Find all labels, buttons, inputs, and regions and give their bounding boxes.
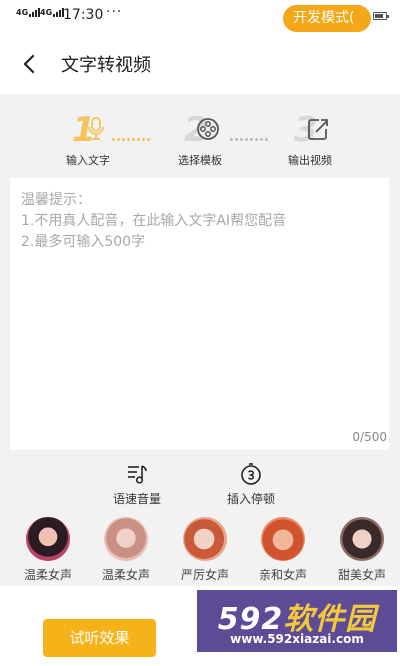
watermark-url: www.592xiazai.com xyxy=(230,632,364,646)
step-input-text: 1 输入文字 xyxy=(48,110,128,172)
signal-label-2: 4G xyxy=(40,8,53,17)
signal-label-1: 4G xyxy=(16,8,29,17)
battery-icon xyxy=(373,12,389,20)
voice-list: 温柔女声 温柔女声 严厉女声 亲和女声 甜美女声 xyxy=(0,517,400,585)
avatar xyxy=(183,517,227,561)
avatar xyxy=(104,517,148,561)
preview-button[interactable]: 试听效果 xyxy=(43,619,156,657)
avatar xyxy=(26,517,70,561)
step-select-template: 2 选择模板 xyxy=(160,110,240,172)
export-icon: 3 xyxy=(294,110,330,150)
voice-option[interactable]: 温柔女声 xyxy=(18,517,78,585)
step-connector xyxy=(111,126,160,142)
status-time: 17:30 xyxy=(63,7,104,23)
watermark-logo: 592软件园 www.592xiazai.com xyxy=(197,590,397,652)
music-note-icon xyxy=(128,465,147,484)
chevron-left-icon xyxy=(23,54,35,74)
avatar xyxy=(340,517,384,561)
voice-option[interactable]: 甜美女声 xyxy=(332,517,392,585)
insert-pause-button[interactable]: 插入停顿 xyxy=(206,462,296,510)
microphone-icon: 1 xyxy=(72,110,108,150)
signal-icon: 4G xyxy=(16,8,41,17)
insert-pause-label: 插入停顿 xyxy=(226,492,275,506)
main-content: 1 输入文字 2 选择模板 3 输出视频 温馨提示： 1.不用真人配音，在此输入… xyxy=(0,94,400,586)
dev-mode-badge[interactable]: 开发模式( xyxy=(283,5,371,32)
film-reel-icon: 2 xyxy=(184,110,220,150)
text-input-placeholder: 温馨提示： 1.不用真人配音，在此输入文字AI帮您配音 2.最多可输入500字 xyxy=(21,192,287,250)
voice-label: 严厉女声 xyxy=(180,568,229,582)
pause-timer-icon xyxy=(241,463,261,485)
char-counter: 0/500 xyxy=(352,430,387,444)
page-header: 文字转视频 xyxy=(0,34,400,94)
step-label: 输入文字 xyxy=(66,154,110,167)
text-input-area[interactable]: 温馨提示： 1.不用真人配音，在此输入文字AI帮您配音 2.最多可输入500字 … xyxy=(10,178,389,450)
avatar xyxy=(261,517,305,561)
voice-option[interactable]: 严厉女声 xyxy=(175,517,235,585)
voice-label: 温柔女声 xyxy=(101,568,150,582)
status-bar: 4G 4G 17:30 ··· 开发模式( xyxy=(0,0,400,34)
step-indicator: 1 输入文字 2 选择模板 3 输出视频 xyxy=(0,94,400,174)
step-label: 输出视频 xyxy=(288,154,332,167)
more-notifications-icon: ··· xyxy=(106,4,123,20)
voice-label: 温柔女声 xyxy=(23,568,72,582)
bottom-bar: 试听效果 592软件园 www.592xiazai.com xyxy=(0,586,400,666)
voice-option[interactable]: 温柔女声 xyxy=(96,517,156,585)
signal-icon: 4G xyxy=(40,8,65,17)
voice-label: 亲和女声 xyxy=(258,568,307,582)
voice-label: 甜美女声 xyxy=(337,568,386,582)
speed-volume-button[interactable]: 语速音量 xyxy=(92,462,182,510)
page-title: 文字转视频 xyxy=(61,55,151,76)
step-output-video: 3 输出视频 xyxy=(270,110,350,172)
speed-volume-label: 语速音量 xyxy=(112,492,161,506)
back-button[interactable] xyxy=(18,50,44,78)
tool-bar: 语速音量 插入停顿 xyxy=(0,462,400,510)
voice-option[interactable]: 亲和女声 xyxy=(253,517,313,585)
step-label: 选择模板 xyxy=(178,154,222,167)
